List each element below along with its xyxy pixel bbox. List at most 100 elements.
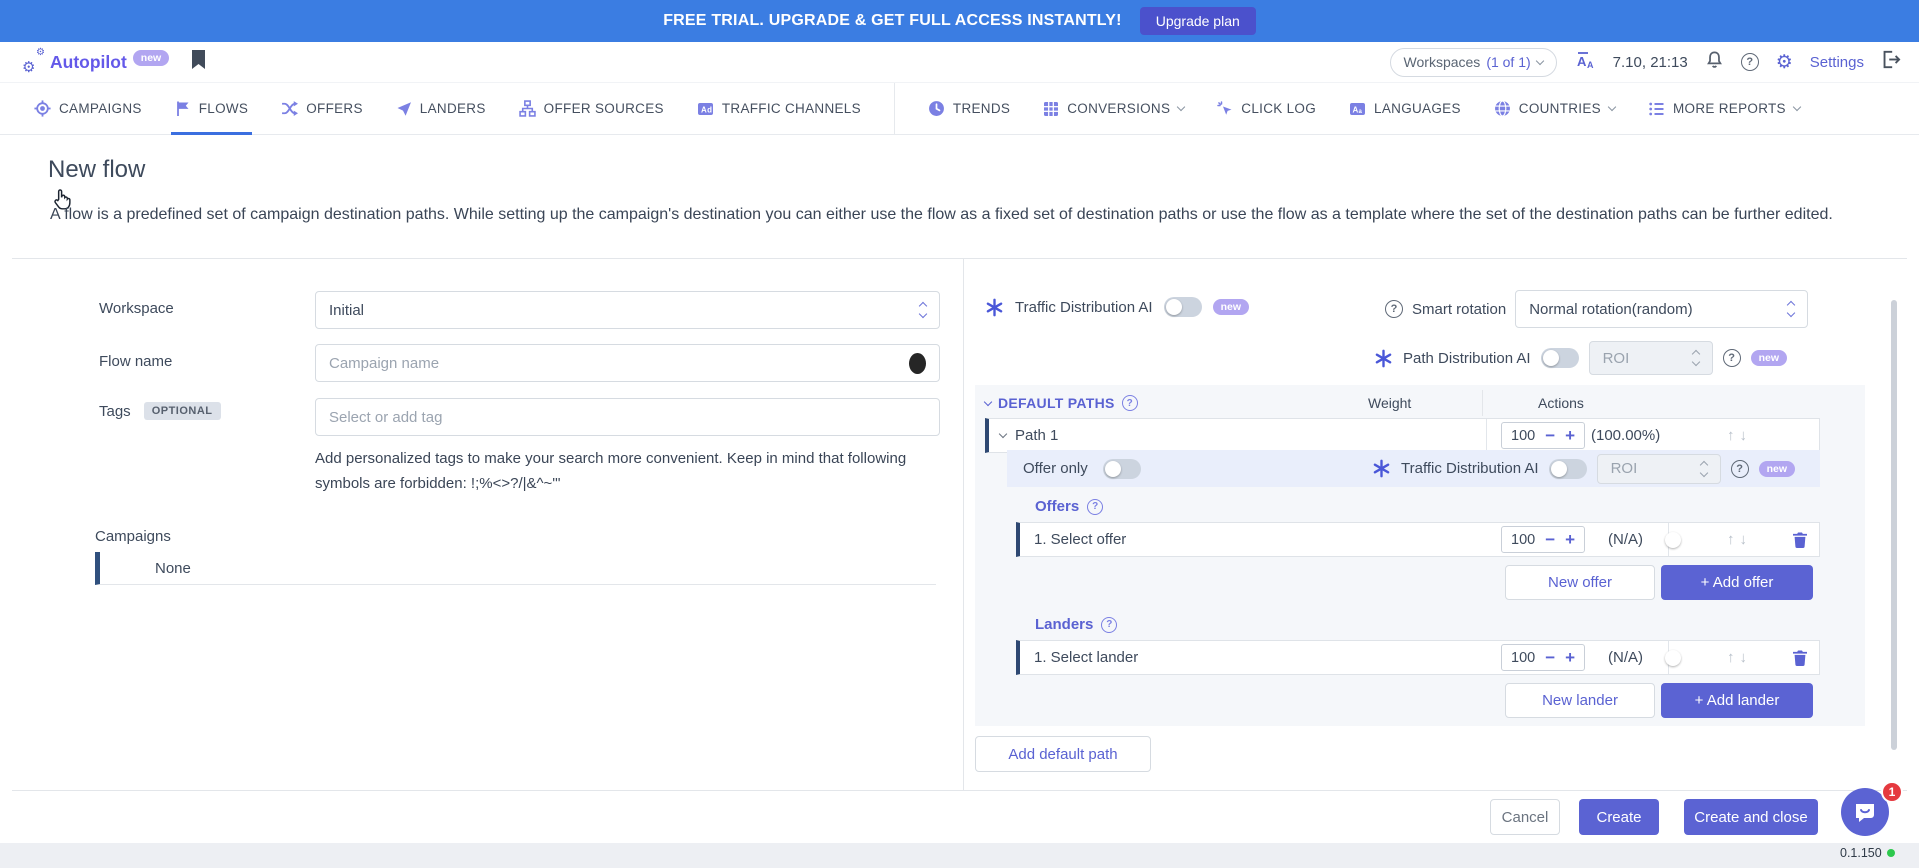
offer-percent: (N/A) [1608,531,1643,548]
upgrade-plan-button[interactable]: Upgrade plan [1140,7,1256,35]
default-paths-help-icon[interactable] [1122,395,1138,411]
landers-help-icon[interactable] [1101,617,1117,633]
plus-button[interactable] [1565,427,1575,444]
notifications-bell-icon[interactable] [1705,50,1724,75]
reorder-arrows[interactable] [1727,531,1747,548]
nav-landers[interactable]: LANDERS [396,83,486,134]
create-and-close-button[interactable]: Create and close [1684,799,1818,835]
metric-value: ROI [1611,460,1638,477]
app-header: Autopilot new Workspaces (1 of 1) AA 7.1… [0,42,1919,82]
help-icon[interactable] [1741,53,1759,71]
workspaces-selector[interactable]: Workspaces (1 of 1) [1390,48,1557,77]
panel-scrollbar[interactable] [1891,300,1897,750]
offer-row-label[interactable]: 1. Select offer [1034,531,1126,548]
nav-offer-sources[interactable]: OFFER SOURCES [519,83,664,134]
cancel-button[interactable]: Cancel [1490,799,1560,835]
bookmark-icon[interactable] [191,50,206,75]
path-row[interactable]: Path 1 100 (100.00%) [985,418,1820,453]
add-offer-button[interactable]: + Add offer [1661,565,1813,600]
nav-label: TRENDS [953,101,1010,116]
add-default-path-button[interactable]: Add default path [975,736,1151,772]
delete-lander-trash-icon[interactable] [1792,649,1808,672]
chevron-down-icon [1535,56,1543,64]
tags-help-text: Add personalized tags to make your searc… [315,446,955,496]
minus-button[interactable] [1545,649,1555,666]
autopilot-link[interactable]: Autopilot [50,52,127,73]
new-offer-button[interactable]: New offer [1505,565,1655,600]
nav-label: TRAFFIC CHANNELS [722,101,861,116]
delete-offer-trash-icon[interactable] [1792,531,1808,554]
ai-icon [985,298,1004,317]
smart-rotation-select[interactable]: Normal rotation(random) [1515,290,1808,328]
flow-name-input[interactable] [315,344,940,382]
nav-trends[interactable]: TRENDS [928,83,1010,134]
nav-flows[interactable]: FLOWS [175,83,249,134]
minus-button[interactable] [1545,531,1555,548]
offer-row[interactable]: 1. Select offer 100 (N/A) [1016,522,1820,557]
reorder-arrows[interactable] [1727,427,1747,444]
campaigns-value: None [155,560,191,577]
svg-text:a: a [1359,109,1363,115]
traffic-ai-help-icon[interactable] [1731,460,1749,478]
panes-divider [963,259,964,790]
arrow-down-icon[interactable] [1740,649,1748,666]
traffic-ai-label: Traffic Distribution AI [1015,299,1153,316]
status-dot [1887,849,1895,857]
lander-weight-control[interactable]: 100 [1501,644,1585,671]
offers-help-icon[interactable] [1087,499,1103,515]
path-name: Path 1 [1015,427,1058,444]
nav-countries[interactable]: COUNTRIES [1494,83,1615,134]
translate-icon[interactable]: AA [1574,50,1596,75]
chevron-down-icon [1608,103,1616,111]
arrow-up-icon[interactable] [1727,649,1735,666]
shuffle-icon [281,100,298,117]
workspace-select[interactable]: Initial [315,291,940,329]
new-lander-button[interactable]: New lander [1505,683,1655,718]
offer-weight-control[interactable]: 100 [1501,526,1585,553]
path-ai-toggle[interactable] [1541,348,1579,368]
path-ai-help-icon[interactable] [1723,349,1741,367]
landers-header: Landers [1035,616,1093,633]
autopilot-new-badge: new [133,50,169,66]
nav-offers[interactable]: OFFERS [281,83,363,134]
default-paths-header[interactable]: DEFAULT PATHS [985,390,1138,416]
nav-click-log[interactable]: CLICK LOG [1217,83,1316,134]
nav-traffic-channels[interactable]: Ad TRAFFIC CHANNELS [697,83,861,134]
chevron-down-icon[interactable] [999,430,1007,438]
nav-label: MORE REPORTS [1673,101,1786,116]
minus-button[interactable] [1545,427,1555,444]
smart-rotation-help-icon[interactable] [1385,300,1403,318]
grid-icon [1043,101,1059,117]
lander-row[interactable]: 1. Select lander 100 (N/A) [1016,640,1820,675]
nav-conversions[interactable]: CONVERSIONS [1043,83,1184,134]
nav-more-reports[interactable]: MORE REPORTS [1648,83,1800,134]
nav-campaigns[interactable]: CAMPAIGNS [34,83,142,134]
nav-divider [894,83,895,134]
lander-row-label[interactable]: 1. Select lander [1034,649,1138,666]
nav-label: CONVERSIONS [1067,101,1170,116]
arrow-down-icon[interactable] [1740,427,1748,444]
logout-icon[interactable] [1881,50,1901,74]
workspaces-count: (1 of 1) [1486,54,1530,70]
plus-button[interactable] [1565,531,1575,548]
add-lander-button[interactable]: + Add lander [1661,683,1813,718]
smart-rotation-value: Normal rotation(random) [1529,301,1692,318]
nav-languages[interactable]: Aa LANGUAGES [1349,83,1461,134]
actions-column-header: Actions [1538,395,1584,411]
plus-button[interactable] [1565,649,1575,666]
nav-label: CLICK LOG [1241,101,1316,116]
create-button[interactable]: Create [1579,799,1659,835]
tags-input[interactable] [315,398,940,436]
traffic-ai-toggle[interactable] [1164,297,1202,317]
reorder-arrows[interactable] [1727,649,1747,666]
offer-only-toggle[interactable] [1103,459,1141,479]
path-weight-control[interactable]: 100 [1501,422,1585,449]
path-ai-new-badge: new [1751,350,1787,366]
arrow-up-icon[interactable] [1727,531,1735,548]
arrow-down-icon[interactable] [1740,531,1748,548]
path-traffic-ai-toggle[interactable] [1549,459,1587,479]
gear-icon[interactable] [1776,51,1793,74]
settings-link[interactable]: Settings [1810,54,1864,71]
path-weight-value: 100 [1511,428,1535,444]
arrow-up-icon[interactable] [1727,427,1735,444]
